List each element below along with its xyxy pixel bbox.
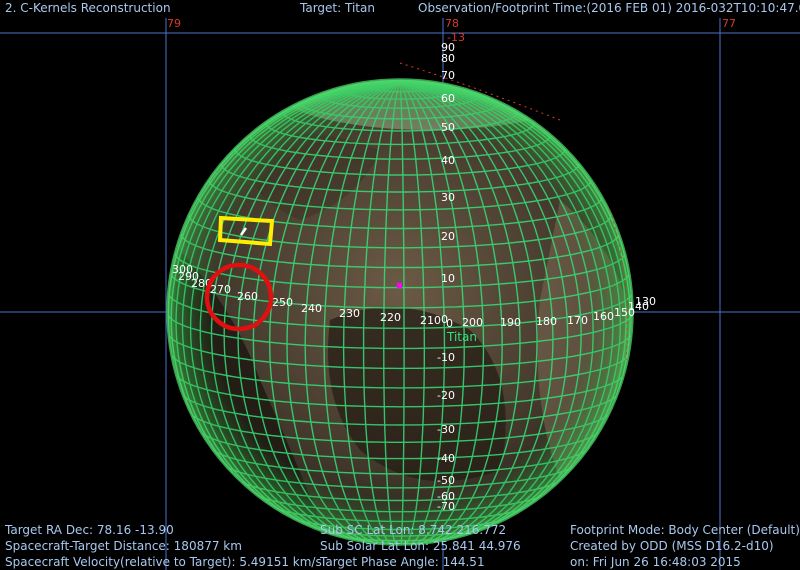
created-on: on: Fri Jun 26 16:48:03 2015 xyxy=(570,555,741,569)
frame-tick-center: 78 xyxy=(445,17,459,30)
latitude-label: 10 xyxy=(441,272,455,285)
longitude-label: 260 xyxy=(237,290,258,303)
frame-tick-left: 79 xyxy=(167,17,181,30)
latitude-label: -30 xyxy=(437,423,455,436)
latitude-label: 40 xyxy=(441,154,455,167)
created-by: Created by ODD (MSS D16.2-d10) xyxy=(570,539,774,553)
sub-sc-lat-lon: Sub SC Lat Lon: 8.742 216.772 xyxy=(320,523,507,537)
latitude-label: 30 xyxy=(441,191,455,204)
longitude-label: 180 xyxy=(536,315,557,328)
longitude-label: 160 xyxy=(593,310,614,323)
titan-globe-view: 9080706050403020100-10-20-30-40-50-60-70… xyxy=(0,18,800,570)
app-title: 2. C-Kernels Reconstruction xyxy=(5,1,171,15)
latitude-label: 50 xyxy=(441,121,455,134)
longitude-label: 210 xyxy=(420,314,441,327)
frame-tick-right: 77 xyxy=(722,17,736,30)
footprint-mode: Footprint Mode: Body Center (Default) xyxy=(570,523,800,537)
latitude-label: -50 xyxy=(437,474,455,487)
longitude-label: 130 xyxy=(635,295,656,308)
spacecraft-target-distance: Spacecraft-Target Distance: 180877 km xyxy=(5,539,242,553)
latitude-label: 60 xyxy=(441,92,455,105)
latitude-label: -40 xyxy=(437,452,455,465)
longitude-label: 220 xyxy=(380,311,401,324)
target-phase-angle: Target Phase Angle: 144.51 xyxy=(320,555,485,569)
longitude-label: 250 xyxy=(272,296,293,309)
sub-spacecraft-point-marker xyxy=(397,283,402,288)
latitude-label: 80 xyxy=(441,52,455,65)
target-label: Target: Titan xyxy=(300,1,375,15)
latitude-label: 70 xyxy=(441,69,455,82)
frame-tick-center-below: -13 xyxy=(447,31,465,44)
longitude-label: 170 xyxy=(567,314,588,327)
longitude-label: 270 xyxy=(210,283,231,296)
spacecraft-velocity: Spacecraft Velocity(relative to Target):… xyxy=(5,555,322,569)
sub-solar-lat-lon: Sub Solar Lat Lon: 25.841 44.976 xyxy=(320,539,521,553)
latitude-label: 20 xyxy=(441,230,455,243)
target-ra-dec: Target RA Dec: 78.16 -13.90 xyxy=(5,523,174,537)
longitude-label: 230 xyxy=(339,307,360,320)
latitude-label: -10 xyxy=(437,351,455,364)
latitude-label: -20 xyxy=(437,389,455,402)
longitude-label: 240 xyxy=(301,302,322,315)
viewer-canvas: 90 80 70 60 50 40 30 20 10 0 -10 -20 -30 -40 -50 -60 -70… xyxy=(0,0,800,570)
latitude-label: -70 xyxy=(437,500,455,513)
longitude-label: 190 xyxy=(500,316,521,329)
equator-zero-label: 0 xyxy=(446,317,453,330)
body-label: Titan xyxy=(446,330,477,344)
longitude-label: 200 xyxy=(462,316,483,329)
observation-time: Observation/Footprint Time:(2016 FEB 01)… xyxy=(418,1,800,15)
